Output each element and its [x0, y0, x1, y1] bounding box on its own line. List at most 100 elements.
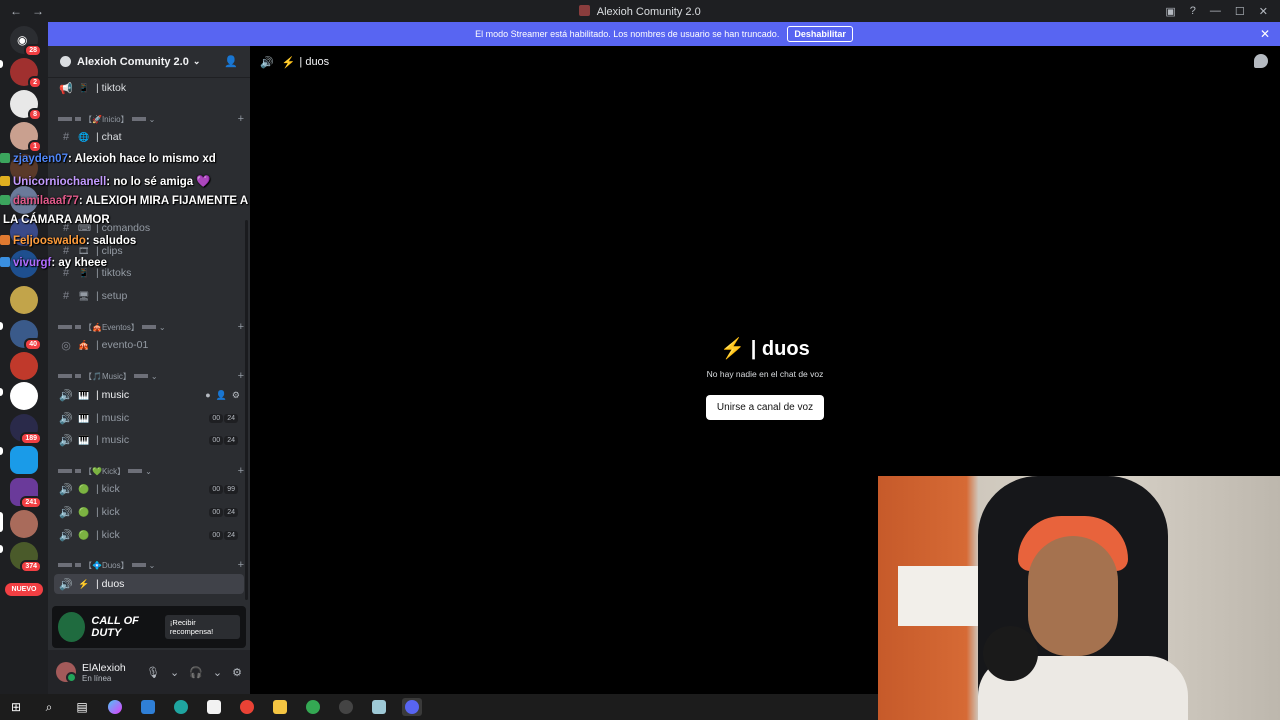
gear-icon[interactable]: ⚙ [232, 390, 240, 401]
channel-duos[interactable]: 🔊 ⚡ | duos [54, 574, 244, 594]
channel-kick[interactable]: 🔊 🟢 | kick 00 24 [54, 525, 244, 545]
channel-label: | evento-01 [96, 339, 149, 351]
help-icon[interactable]: ? [1190, 5, 1196, 17]
minimize-icon[interactable]: — [1210, 5, 1221, 17]
speaker-icon: 🔊 [59, 412, 73, 425]
server-badge: 1 [28, 140, 42, 153]
category-music[interactable]: 【🎵Music】 ⌄ + [58, 369, 244, 383]
microsoft-store-icon[interactable] [204, 698, 224, 716]
channel-evento[interactable]: ◎ 🎪 | evento-01 [54, 335, 244, 355]
server-icon[interactable]: 2 [10, 58, 42, 89]
speaker-icon: 🔊 [59, 506, 73, 519]
channel-kick[interactable]: 🔊 🟢 | kick 00 99 [54, 479, 244, 499]
server-icon[interactable]: 374 [10, 542, 42, 573]
channel-kick[interactable]: 🔊 🟢 | kick 00 24 [54, 502, 244, 522]
discord-icon[interactable] [402, 698, 422, 716]
avatar[interactable] [56, 662, 77, 683]
scrollbar[interactable] [245, 220, 248, 600]
chevron-down-icon[interactable]: ⌄ [170, 666, 179, 679]
channel-label: | kick [96, 506, 120, 518]
server-icon[interactable] [10, 382, 38, 410]
category-duos[interactable]: 【💠Duos】 ⌄ + [58, 558, 244, 572]
obs-icon[interactable] [336, 698, 356, 716]
banner-text: El modo Streamer está habilitado. Los no… [475, 29, 780, 39]
stage-icon: ◎ [61, 339, 71, 352]
music-icon: 🎹 [78, 412, 90, 423]
category-inicio[interactable]: 【🚀Inicio】 ⌄ + [58, 112, 244, 126]
badge-icon [0, 195, 10, 205]
server-icon[interactable] [10, 510, 38, 538]
server-badge: 189 [20, 432, 42, 445]
channel-music[interactable]: 🔊 🎹 | music ● 👤 ⚙ [54, 385, 244, 405]
chevron-down-icon[interactable]: ⌄ [213, 666, 222, 679]
disable-streamer-button[interactable]: Deshabilitar [787, 26, 853, 42]
voice-title: ⚡ | duos [720, 338, 810, 360]
server-icon[interactable]: 241 [10, 478, 42, 509]
inbox-icon[interactable]: ▣ [1165, 5, 1175, 18]
add-channel-icon[interactable]: + [238, 370, 244, 382]
chrome-icon[interactable] [237, 698, 257, 716]
add-channel-icon[interactable]: + [238, 559, 244, 571]
add-user-icon[interactable]: 👤 [224, 55, 238, 68]
channel-setup[interactable]: # 🖥 | setup [54, 286, 244, 306]
server-badge: 40 [24, 338, 42, 351]
copilot-icon[interactable] [105, 698, 125, 716]
headphones-icon[interactable]: 🎧 [189, 666, 203, 679]
store-icon[interactable] [138, 698, 158, 716]
guild-header[interactable]: Alexioh Comunity 2.0 ⌄ 👤 [48, 46, 250, 78]
film-icon: 🎞 [78, 245, 90, 256]
maximize-icon[interactable]: ☐ [1235, 5, 1245, 18]
channel-music[interactable]: 🔊 🎹 | music 00 24 [54, 408, 244, 428]
server-icon[interactable]: 1 [10, 122, 42, 153]
channel-tiktok[interactable]: 📢 📱 | tiktok [54, 78, 244, 98]
server-icon[interactable] [10, 446, 38, 474]
invite-icon[interactable]: 👤 [216, 390, 227, 401]
category-label: 【🚀Inicio】 [84, 114, 129, 124]
promo-card[interactable]: CALL OF DUTY ¡Recibir recompensa! [52, 606, 246, 648]
channel-label: | music [96, 434, 130, 446]
chat-message: Feljooswaldo: saludos [0, 235, 136, 247]
chevron-down-icon: ⌄ [148, 114, 156, 124]
category-eventos[interactable]: 【🎪Eventos】 ⌄ + [58, 320, 244, 334]
lightning-icon: ⚡ [720, 338, 746, 360]
file-explorer-icon[interactable] [270, 698, 290, 716]
forward-icon[interactable]: → [32, 4, 44, 18]
channel-chat[interactable]: # 🌐 | chat [54, 127, 244, 147]
windows-start-icon[interactable]: ⊞ [6, 698, 26, 716]
channel-label: | setup [96, 290, 128, 302]
chat-bubble-icon[interactable] [1254, 54, 1268, 68]
edge-icon[interactable] [171, 698, 191, 716]
search-icon[interactable]: ⌕ [39, 698, 59, 716]
category-kick[interactable]: 【💚Kick】 ⌄ + [58, 464, 244, 478]
promo-title: CALL OF DUTY [91, 615, 139, 639]
add-channel-icon[interactable]: + [238, 321, 244, 333]
chat-message: zjayden07: Alexioh hace lo mismo xd [0, 153, 216, 165]
server-badge: 28 [24, 44, 42, 57]
server-icon[interactable] [10, 352, 38, 380]
claim-reward-button[interactable]: ¡Recibir recompensa! [164, 615, 241, 639]
back-icon[interactable]: ← [10, 4, 22, 18]
server-icon[interactable]: 40 [10, 320, 42, 351]
close-window-icon[interactable]: ✕ [1259, 5, 1268, 18]
add-channel-icon[interactable]: + [238, 113, 244, 125]
gear-icon[interactable]: ⚙ [232, 666, 242, 679]
server-icon[interactable] [10, 286, 38, 314]
speaker-icon: 🔊 [59, 389, 73, 402]
server-icon[interactable]: 8 [10, 90, 42, 121]
speaker-icon: 🔊 [59, 529, 73, 542]
server-icon[interactable]: 189 [10, 414, 42, 445]
channel-music[interactable]: 🔊 🎹 | music 00 24 [54, 430, 244, 450]
task-view-icon[interactable]: ▤ [72, 698, 92, 716]
app-icon[interactable] [369, 698, 389, 716]
channel-label: | music [96, 412, 130, 424]
chat-bubble-icon[interactable]: ● [205, 390, 210, 401]
new-badge[interactable]: NUEVO [5, 583, 43, 596]
shelf-decoration [898, 566, 978, 626]
channel-sidebar: Alexioh Comunity 2.0 ⌄ 👤 📢 📱 | tiktok 【🚀… [48, 46, 250, 694]
add-channel-icon[interactable]: + [238, 465, 244, 477]
home-button[interactable]: ◉ 28 [10, 26, 42, 57]
microphone-icon[interactable]: 🎙 [146, 666, 160, 679]
close-icon[interactable]: ✕ [1260, 27, 1270, 41]
chrome-profile-icon[interactable] [303, 698, 323, 716]
join-voice-button[interactable]: Unirse a canal de voz [705, 395, 825, 420]
